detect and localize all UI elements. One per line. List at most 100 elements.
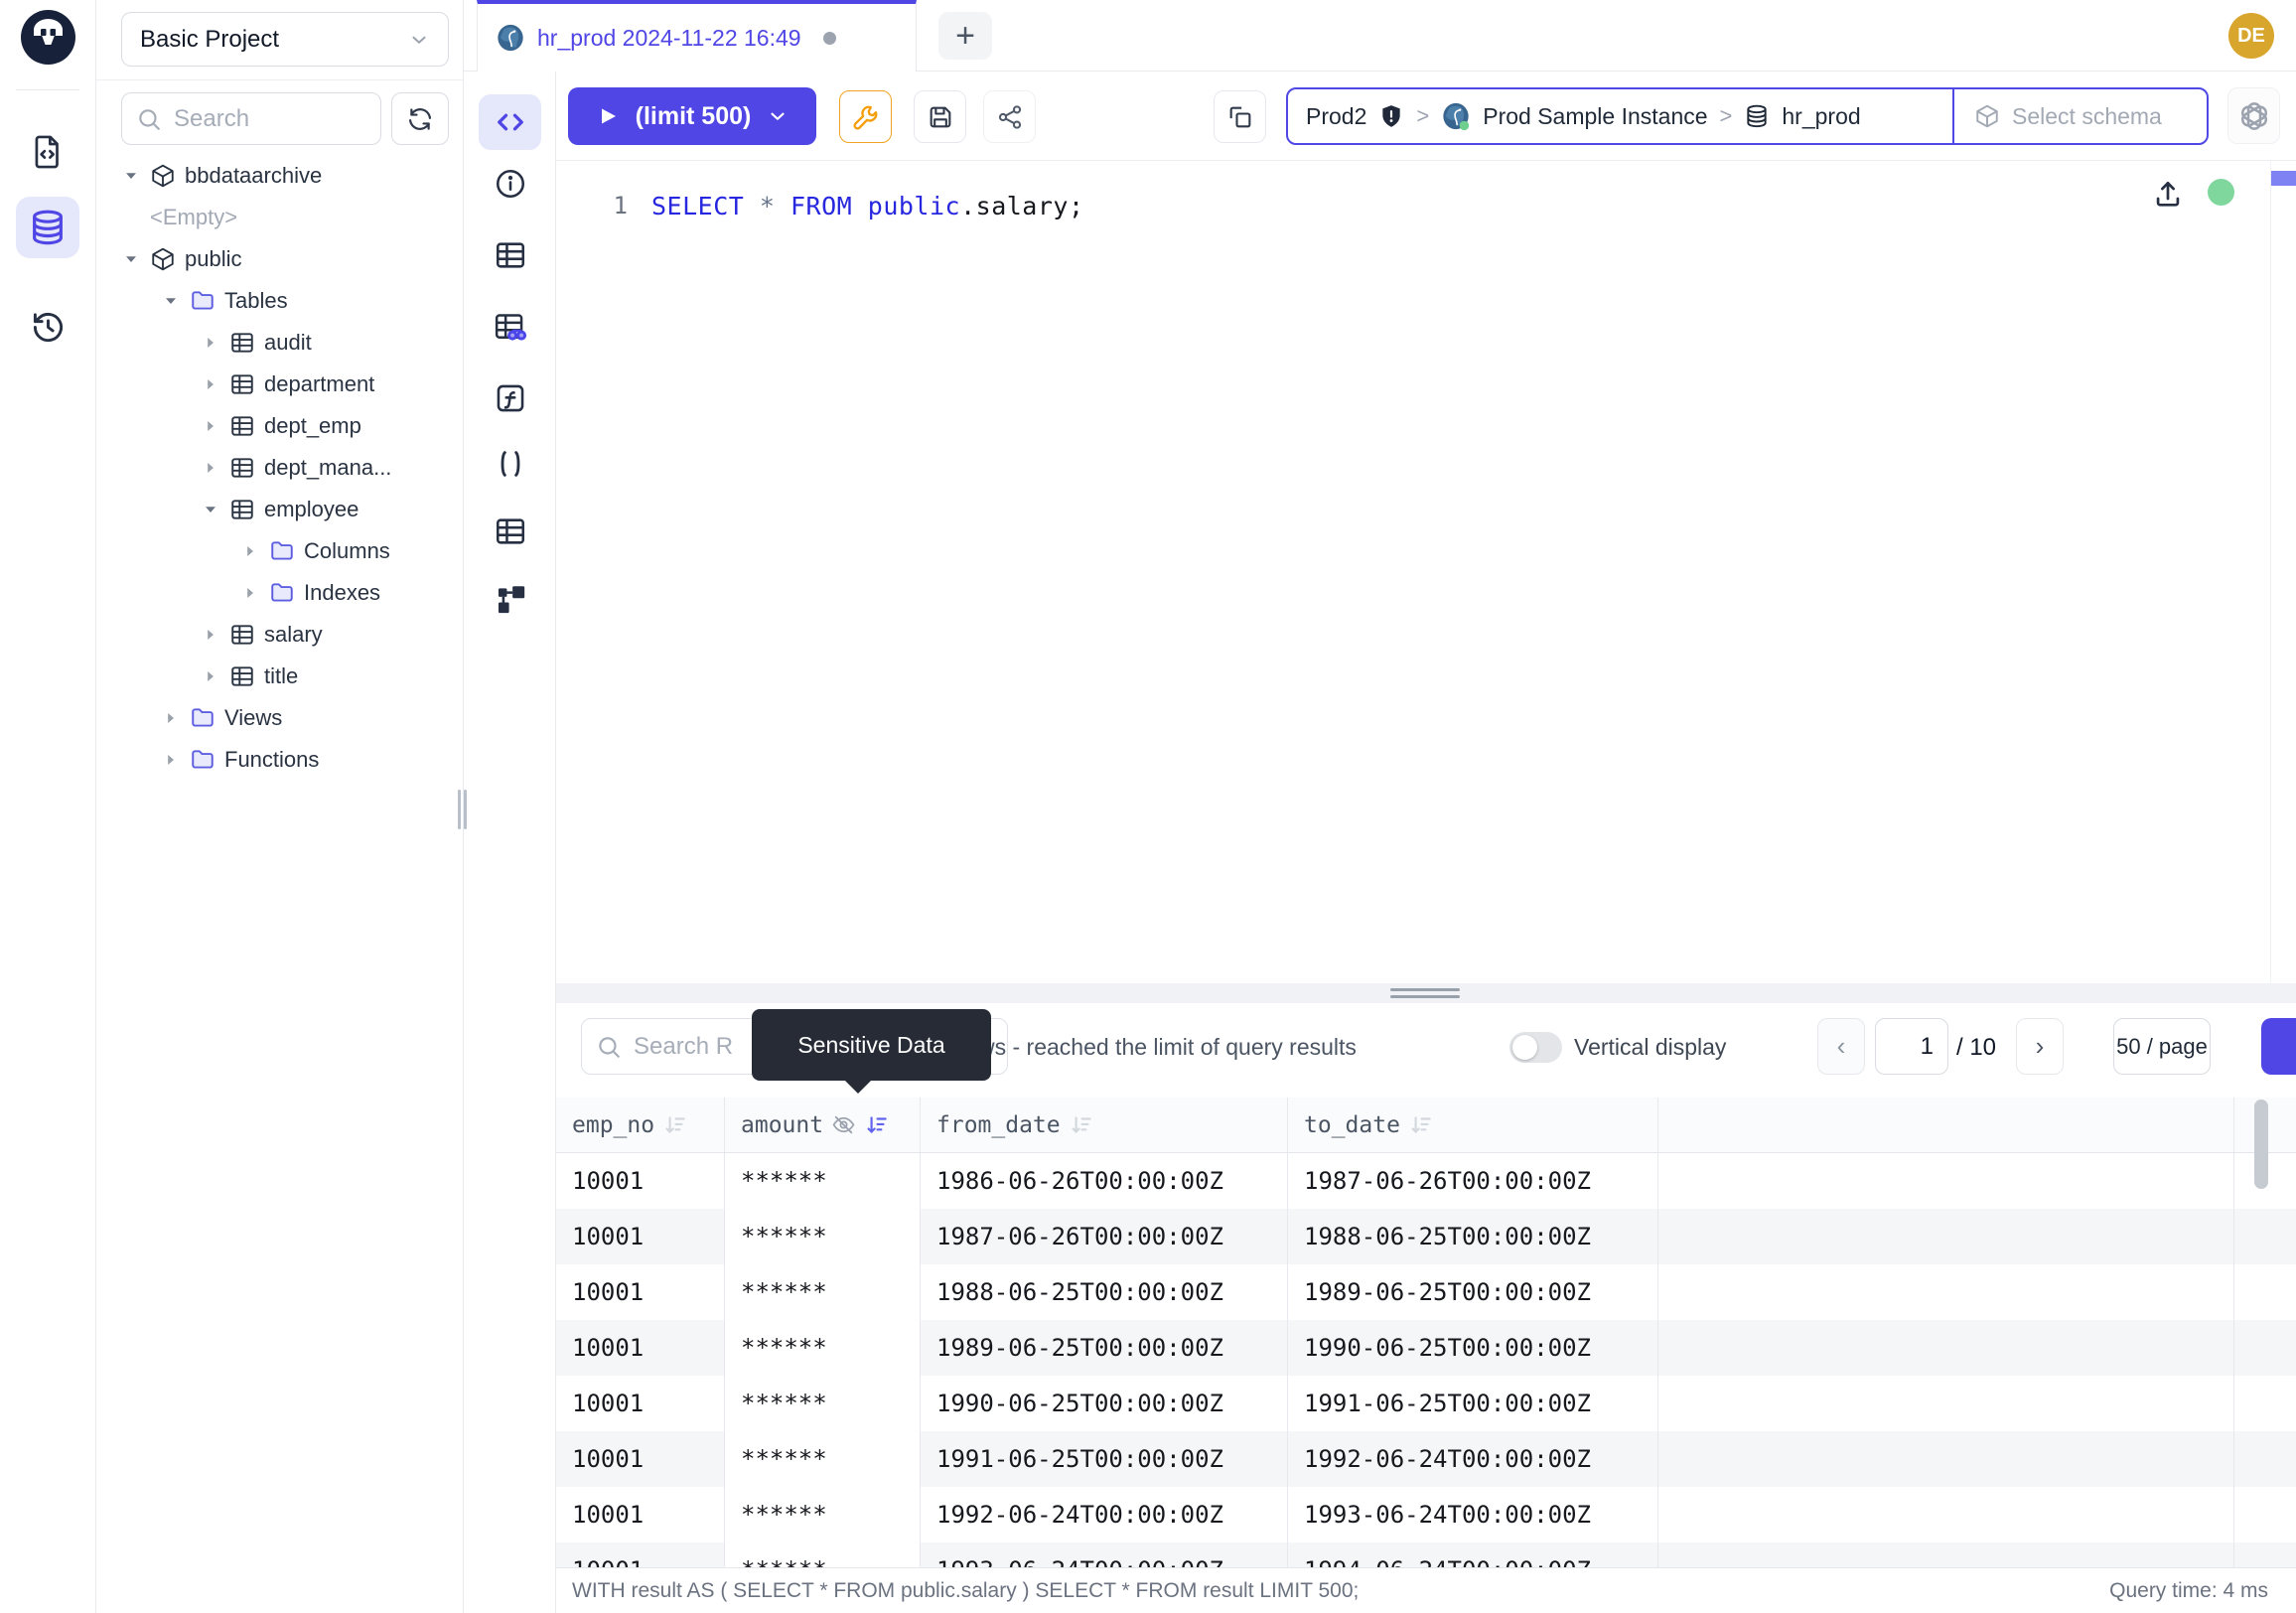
tree-item-bbdataarchive[interactable]: bbdataarchive: [96, 155, 463, 197]
column-header-to_date[interactable]: to_date: [1288, 1098, 1658, 1152]
cell-amount[interactable]: ******: [725, 1487, 921, 1542]
sort-icon[interactable]: [1408, 1112, 1434, 1138]
cell-empty[interactable]: [1658, 1209, 2234, 1264]
info-icon[interactable]: [464, 167, 556, 201]
cell-from_date[interactable]: 1992-06-24T00:00:00Z: [921, 1487, 1288, 1542]
column-header-emp_no[interactable]: emp_no: [556, 1098, 725, 1152]
tree-item-department[interactable]: department: [96, 364, 463, 405]
save-sheet-button[interactable]: [914, 90, 966, 143]
column-header-from_date[interactable]: from_date: [921, 1098, 1288, 1152]
tree-item-dept-emp[interactable]: dept_emp: [96, 405, 463, 447]
cell-emp_no[interactable]: 10001: [556, 1209, 725, 1264]
table-row[interactable]: 10001******1993-06-24T00:00:00Z1994-06-2…: [556, 1542, 2296, 1567]
tree-item-empty[interactable]: <Empty>: [96, 197, 463, 238]
column-header-empty[interactable]: [1658, 1098, 2234, 1152]
caret-right-icon[interactable]: [161, 750, 181, 770]
cell-from_date[interactable]: 1988-06-25T00:00:00Z: [921, 1264, 1288, 1320]
caret-down-icon[interactable]: [121, 249, 141, 269]
tree-item-indexes[interactable]: Indexes: [96, 572, 463, 614]
select-schema-button[interactable]: Select schema: [1952, 89, 2207, 143]
table-icon-secondary[interactable]: [464, 514, 556, 548]
next-page-button[interactable]: ›: [2016, 1018, 2064, 1075]
sql-editor[interactable]: 1 SELECT * FROM public.salary;: [556, 161, 2296, 983]
cell-from_date[interactable]: 1986-06-26T00:00:00Z: [921, 1153, 1288, 1209]
tree-search-input[interactable]: Search: [121, 92, 381, 145]
ai-assistant-button[interactable]: [2227, 87, 2280, 144]
cell-to_date[interactable]: 1988-06-25T00:00:00Z: [1288, 1209, 1658, 1264]
format-sql-button[interactable]: [839, 90, 892, 143]
cell-emp_no[interactable]: 10001: [556, 1542, 725, 1567]
caret-right-icon[interactable]: [201, 374, 220, 394]
caret-right-icon[interactable]: [201, 666, 220, 686]
cell-to_date[interactable]: 1992-06-24T00:00:00Z: [1288, 1431, 1658, 1487]
caret-right-icon[interactable]: [201, 416, 220, 436]
editor-scrollbar[interactable]: [2270, 161, 2296, 983]
cell-emp_no[interactable]: 10001: [556, 1320, 725, 1376]
tree-item-salary[interactable]: salary: [96, 614, 463, 656]
cell-to_date[interactable]: 1994-06-24T00:00:00Z: [1288, 1542, 1658, 1567]
connection-breadcrumb[interactable]: Prod2 > Prod Sample Instance >: [1286, 87, 2209, 145]
table-row[interactable]: 10001******1988-06-25T00:00:00Z1989-06-2…: [556, 1264, 2296, 1320]
cell-from_date[interactable]: 1989-06-25T00:00:00Z: [921, 1320, 1288, 1376]
upload-sql-icon[interactable]: [2151, 177, 2185, 211]
schema-diagram-icon[interactable]: [464, 582, 556, 616]
connection-path[interactable]: Prod2 > Prod Sample Instance >: [1288, 89, 1952, 143]
tree-item-public[interactable]: public: [96, 238, 463, 280]
page-size-select[interactable]: 50 / page: [2113, 1018, 2211, 1075]
caret-right-icon[interactable]: [201, 458, 220, 478]
cell-amount[interactable]: ******: [725, 1376, 921, 1431]
tree-item-title[interactable]: title: [96, 656, 463, 697]
cell-empty[interactable]: [1658, 1153, 2234, 1209]
caret-right-icon[interactable]: [201, 625, 220, 645]
tree-item-tables[interactable]: Tables: [96, 280, 463, 322]
cell-amount[interactable]: ******: [725, 1431, 921, 1487]
history-nav-button[interactable]: [16, 296, 79, 358]
refresh-schema-button[interactable]: [391, 92, 449, 145]
tree-item-employee[interactable]: employee: [96, 489, 463, 530]
cell-to_date[interactable]: 1987-06-26T00:00:00Z: [1288, 1153, 1658, 1209]
table-panel-icon[interactable]: [464, 238, 556, 272]
function-icon[interactable]: [464, 381, 556, 415]
caret-right-icon[interactable]: [240, 583, 260, 603]
batch-query-button[interactable]: [1214, 90, 1266, 143]
run-options-chevron-icon[interactable]: [767, 105, 789, 127]
tree-item-audit[interactable]: audit: [96, 322, 463, 364]
column-header-amount[interactable]: amount: [725, 1098, 921, 1152]
cell-from_date[interactable]: 1991-06-25T00:00:00Z: [921, 1431, 1288, 1487]
cell-empty[interactable]: [1658, 1487, 2234, 1542]
caret-right-icon[interactable]: [201, 333, 220, 353]
run-query-button[interactable]: (limit 500): [568, 87, 816, 145]
tree-item-functions[interactable]: Functions: [96, 739, 463, 781]
code-panel-button[interactable]: [479, 94, 541, 150]
table-row[interactable]: 10001******1991-06-25T00:00:00Z1992-06-2…: [556, 1431, 2296, 1487]
database-nav-button[interactable]: [16, 197, 79, 258]
cell-to_date[interactable]: 1993-06-24T00:00:00Z: [1288, 1487, 1658, 1542]
cell-from_date[interactable]: 1993-06-24T00:00:00Z: [921, 1542, 1288, 1567]
panel-resize-handle[interactable]: [458, 790, 470, 829]
cell-amount[interactable]: ******: [725, 1209, 921, 1264]
sort-icon[interactable]: [662, 1112, 688, 1138]
caret-down-icon[interactable]: [161, 291, 181, 311]
cell-amount[interactable]: ******: [725, 1264, 921, 1320]
cell-empty[interactable]: [1658, 1320, 2234, 1376]
user-avatar[interactable]: DE: [2228, 13, 2274, 59]
cell-empty[interactable]: [1658, 1376, 2234, 1431]
cell-amount[interactable]: ******: [725, 1320, 921, 1376]
cell-from_date[interactable]: 1987-06-26T00:00:00Z: [921, 1209, 1288, 1264]
eye-off-icon[interactable]: [831, 1112, 856, 1137]
cell-to_date[interactable]: 1989-06-25T00:00:00Z: [1288, 1264, 1658, 1320]
add-tab-button[interactable]: +: [938, 12, 992, 60]
prev-page-button[interactable]: ‹: [1817, 1018, 1865, 1075]
caret-right-icon[interactable]: [240, 541, 260, 561]
cell-emp_no[interactable]: 10001: [556, 1153, 725, 1209]
tree-item-views[interactable]: Views: [96, 697, 463, 739]
cell-amount[interactable]: ******: [725, 1542, 921, 1567]
caret-down-icon[interactable]: [201, 500, 220, 519]
tree-item-dept-mana[interactable]: dept_mana...: [96, 447, 463, 489]
table-row[interactable]: 10001******1992-06-24T00:00:00Z1993-06-2…: [556, 1487, 2296, 1542]
cell-empty[interactable]: [1658, 1542, 2234, 1567]
cell-emp_no[interactable]: 10001: [556, 1264, 725, 1320]
table-row[interactable]: 10001******1986-06-26T00:00:00Z1987-06-2…: [556, 1153, 2296, 1209]
cell-emp_no[interactable]: 10001: [556, 1376, 725, 1431]
worksheet-nav-button[interactable]: [16, 121, 79, 183]
